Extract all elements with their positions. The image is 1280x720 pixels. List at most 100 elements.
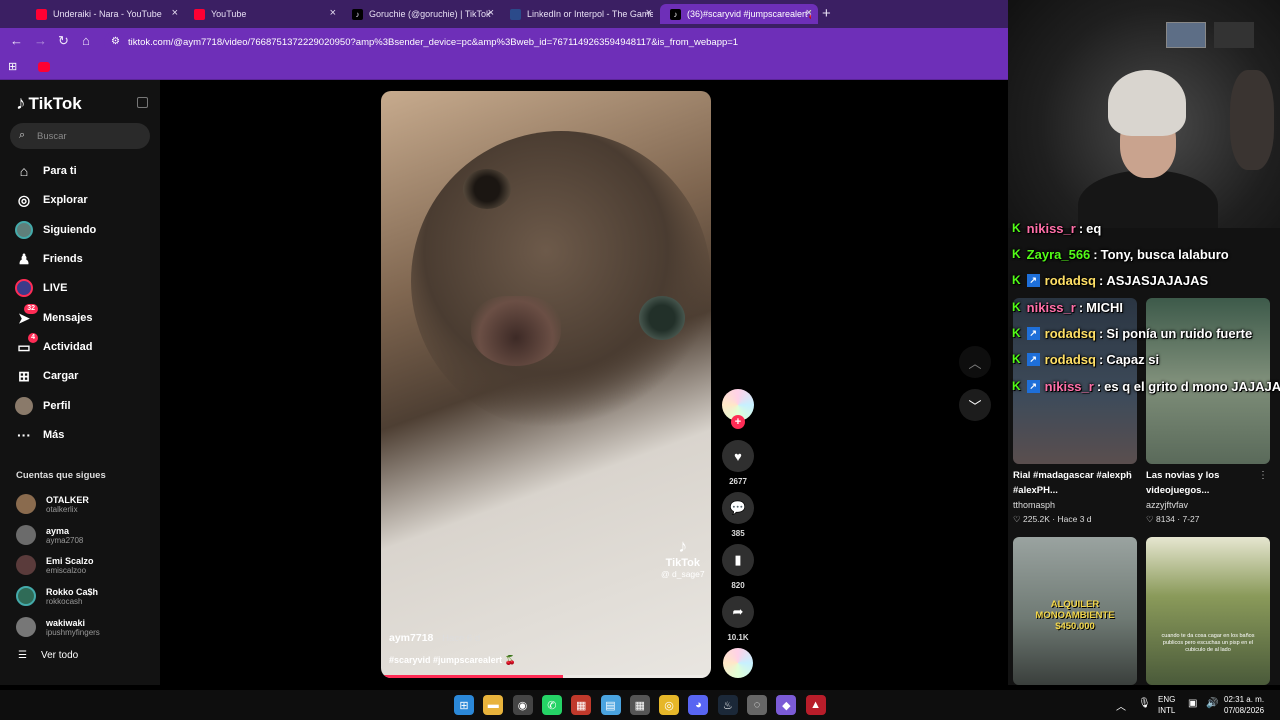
nav-siguiendo[interactable]: Siguiendo [14,218,154,242]
nav-actividad[interactable]: ▭ 4 Actividad [14,333,154,359]
search-input[interactable]: ⌕ Buscar [10,123,150,149]
app-red-icon[interactable]: ▦ [571,695,592,715]
discord-icon[interactable]: ◕ [688,695,709,715]
microphone-icon[interactable]: 🎙 [1138,698,1151,709]
file-explorer-icon[interactable]: ▬ [483,695,504,715]
nav-perfil[interactable]: Perfil [14,394,154,418]
share-icon[interactable]: ➦ [722,596,754,628]
save-action[interactable]: ▮ 820 [722,544,754,590]
followed-account[interactable]: Emi Scalzo emiscalzoo [16,552,94,578]
chat-message: K ↗ rodadsq : Capaz si [1012,349,1159,369]
forward-icon[interactable]: → [34,33,47,48]
app-gray-icon[interactable]: ◌ [747,695,767,715]
nav-live[interactable]: LIVE [14,276,154,300]
nav-friends[interactable]: ♟ Friends [14,247,154,271]
followed-account[interactable]: Rokko Ca$h rokkocash [16,583,98,609]
steam-icon[interactable]: ♨ [717,695,738,715]
watermark-handle: @ d_sage7 [661,569,705,579]
apps-grid-icon[interactable]: ⊞ [8,60,17,73]
chat-user: nikiss_r [1026,299,1076,315]
browser-tab-3[interactable]: LinkedIn or Interpol - The Game × [500,4,658,24]
volume-icon[interactable]: 🔊 [1206,698,1218,709]
obs-icon[interactable]: ◉ [512,695,533,715]
comment-action[interactable]: 💬 385 [722,492,754,538]
close-tab-icon[interactable]: × [646,7,652,19]
bookmark-icon[interactable]: ▮ [722,544,754,576]
browser-tab-1[interactable]: YouTube × [184,4,342,24]
browser-tab-0[interactable]: Underaiki - Nara - YouTube × [26,4,184,24]
home-icon[interactable]: ⌂ [82,33,90,48]
account-name: OTALKER [46,494,89,505]
video-thumbnail[interactable]: cuando te da cosa cagar en los baños pub… [1146,537,1270,685]
tray-chevron-icon[interactable]: ︿ [1116,698,1126,713]
webcam-thumbnail-image [1166,22,1206,48]
windows-start-icon[interactable]: ⊞ [454,695,474,715]
followed-account[interactable]: wakiwaki ipushmyfingers [16,614,100,640]
kick-badge-icon: K [1012,300,1021,314]
comment-count: 385 [731,529,745,538]
comment-icon[interactable]: 💬 [722,492,754,524]
search-icon: ⌕ [19,129,26,141]
video-caption[interactable]: #scaryvid #jumpscarealert 🍒 [389,655,516,666]
nav-para-ti[interactable]: ⌂ Para ti [14,159,154,183]
heart-icon[interactable]: ♥ [722,440,754,472]
reload-icon[interactable]: ↻ [58,33,69,49]
calculator-icon[interactable]: ▦ [629,695,650,715]
site-info-icon[interactable]: ⚙ [111,36,120,47]
video-player[interactable]: ♪ TikTok @ d_sage7 aym7718 · Hace 6 d #s… [381,91,711,678]
video-author[interactable]: aym7718 · Hace 6 d [389,632,480,644]
video-card[interactable]: ALQUILER MONOAMBIENTE $450.000 [1013,537,1137,685]
followed-account[interactable]: OTALKER otalkerlix [16,491,89,517]
system-clock[interactable]: 02:31 a. m. 07/08/2026 [1224,694,1264,716]
new-tab-button[interactable]: + [822,5,831,22]
kick-badge-icon: K [1012,326,1021,340]
chat-separator: : [1078,299,1084,315]
more-options-icon[interactable]: ⋮ [1258,470,1268,481]
back-icon[interactable]: ← [10,33,23,48]
heart-outline-icon: ♡ [1146,514,1156,524]
whatsapp-icon[interactable]: ✆ [541,695,562,715]
tiktok-logo[interactable]: ♪ TikTok [16,93,82,115]
address-bar[interactable]: ⚙ tiktok.com/@aym7718/video/766875137222… [104,31,1004,53]
nav-label: Para ti [43,165,77,177]
nav-cargar[interactable]: ⊞ Cargar [14,364,154,388]
nav-label: Explorar [43,194,88,206]
friends-icon: ♟ [17,250,31,267]
close-tab-icon[interactable]: × [330,7,336,19]
video-card[interactable]: cuando te da cosa cagar en los baños pub… [1146,537,1270,685]
chat-separator: : [1098,272,1104,288]
youtube-bookmark-icon[interactable] [38,62,50,72]
see-all-link[interactable]: ☰ Ver todo [18,650,78,661]
url-text: tiktok.com/@aym7718/video/76687513722290… [128,36,739,48]
nav-explorar[interactable]: ◎ Explorar [14,188,154,212]
browser-tab-strip: Underaiki - Nara - YouTube × YouTube × ♪… [0,0,1008,28]
collapse-sidebar-icon[interactable] [137,97,148,108]
more-options-icon[interactable]: ⋮ [1125,470,1135,481]
language-indicator[interactable]: ENG INTL [1158,694,1175,716]
previous-video-button[interactable]: ︿ [959,346,991,378]
follow-plus-icon[interactable]: + [731,415,745,429]
app-purple-icon[interactable]: ◆ [776,695,797,715]
account-handle: otalkerlix [46,504,78,514]
youtube-icon [194,8,205,20]
video-progress-bar[interactable] [381,675,711,678]
share-action[interactable]: ➦ 10.1K [722,596,754,642]
more-dots-icon: ··· [17,427,31,443]
chrome-icon[interactable]: ◎ [659,695,680,715]
chat-user: nikiss_r [1026,220,1076,236]
like-action[interactable]: ♥ 2677 [722,440,754,486]
video-thumbnail[interactable]: ALQUILER MONOAMBIENTE $450.000 [1013,537,1137,685]
app-red2-icon[interactable]: ▲ [805,695,826,715]
network-icon[interactable]: ▣ [1188,698,1197,709]
notepad-icon[interactable]: ▤ [600,695,621,715]
close-tab-icon[interactable]: × [806,7,812,19]
browser-tab-2[interactable]: ♪ Goruchie (@goruchie) | TikTok × [342,4,500,24]
followed-account[interactable]: ayma ayma2708 [16,522,83,548]
browser-tab-4-active[interactable]: ♪ (36)#scaryvid #jumpscarealert🍒 × [660,4,818,24]
nav-mensajes[interactable]: ➤ 32 Mensajes [14,304,154,330]
close-tab-icon[interactable]: × [488,7,494,19]
nav-mas[interactable]: ··· Más [14,423,154,447]
close-tab-icon[interactable]: × [172,7,178,19]
next-video-button[interactable]: ﹀ [959,389,991,421]
music-disc-icon[interactable] [723,648,753,678]
